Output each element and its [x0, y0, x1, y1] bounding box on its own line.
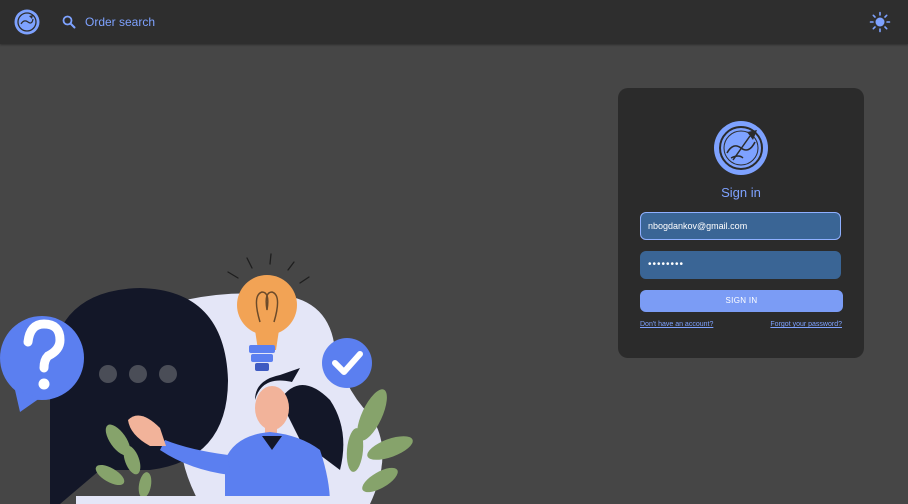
sign-in-heading: Sign in: [721, 185, 761, 200]
ellipsis-dot: [159, 365, 177, 383]
app-logo-icon[interactable]: [14, 9, 40, 35]
ellipsis-dot: [99, 365, 117, 383]
top-bar: Order search: [0, 0, 908, 44]
login-card: Sign in nbogdankov@gmail.com •••••••• SI…: [618, 88, 864, 358]
sign-up-link[interactable]: Don't have an account?: [640, 321, 713, 328]
checkmark-badge-icon: [322, 338, 372, 388]
email-field[interactable]: nbogdankov@gmail.com: [640, 212, 841, 240]
sign-in-button[interactable]: SIGN IN: [640, 290, 843, 312]
forgot-password-link[interactable]: Forgot your password?: [770, 321, 842, 328]
password-field[interactable]: ••••••••: [640, 251, 841, 279]
search-icon[interactable]: [61, 14, 77, 30]
sun-icon[interactable]: [869, 11, 891, 33]
ellipsis-dot: [129, 365, 147, 383]
compass-globe-logo-icon: [714, 121, 768, 175]
support-illustration: [0, 253, 413, 504]
order-search-link[interactable]: Order search: [85, 15, 155, 29]
floor-line: [76, 496, 348, 504]
